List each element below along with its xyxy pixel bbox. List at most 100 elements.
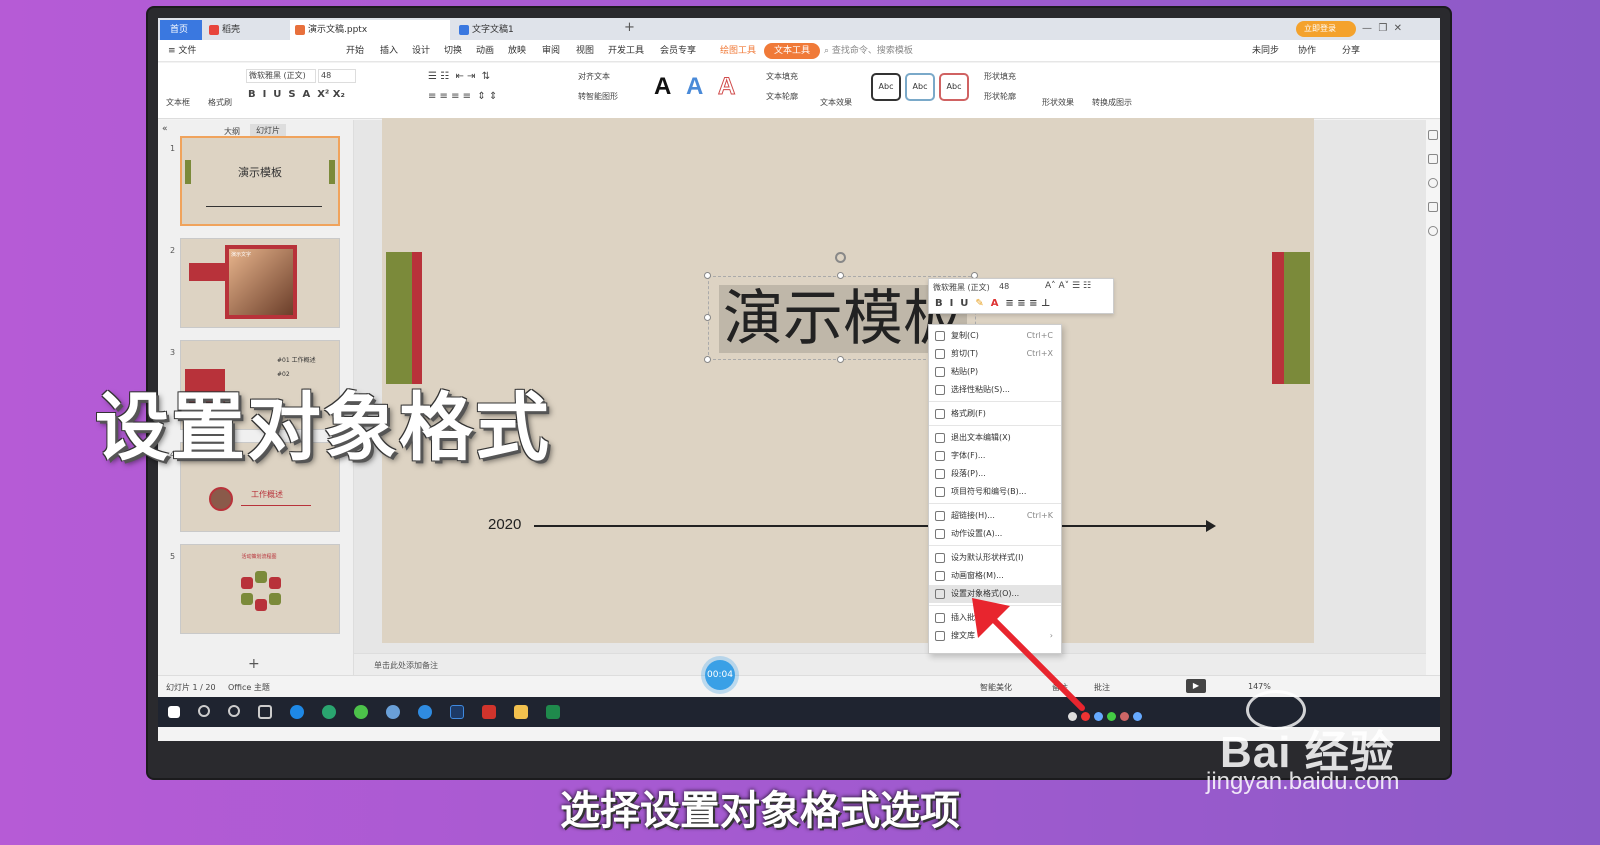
resize-handle[interactable] [704, 356, 711, 363]
context-menu-item[interactable]: 段落(P)... [929, 465, 1061, 483]
sidebar-tool-icon[interactable] [1428, 130, 1438, 140]
menu-show[interactable]: 放映 [508, 44, 526, 58]
menu-view[interactable]: 视图 [576, 44, 594, 58]
slide-thumb-2[interactable]: 演示文字 [180, 238, 340, 328]
tab-home[interactable]: 首页 [160, 20, 202, 40]
browser-icon[interactable] [290, 705, 304, 719]
comment-button[interactable]: 批注 [1094, 682, 1110, 693]
text-style-outline[interactable]: A [717, 73, 735, 101]
sidebar-tool-icon[interactable] [1428, 202, 1438, 212]
sync-button[interactable]: 未同步 [1252, 44, 1279, 58]
menu-dev[interactable]: 开发工具 [608, 44, 644, 58]
edge-icon[interactable] [418, 705, 432, 719]
menu-review[interactable]: 审阅 [542, 44, 560, 58]
resize-handle[interactable] [704, 272, 711, 279]
smart-art-button[interactable]: 转智能图形 [578, 91, 618, 102]
menu-design[interactable]: 设计 [412, 44, 430, 58]
context-menu-item[interactable]: 剪切(T) Ctrl+X [929, 345, 1061, 363]
login-button[interactable]: 立即登录 [1296, 21, 1356, 37]
shape-style-2[interactable]: Abc [905, 73, 935, 101]
mini-size-select[interactable]: 48 [999, 282, 1039, 291]
shape-fill-button[interactable]: 形状填充 [984, 71, 1016, 82]
mini-font-select[interactable]: 微软雅黑 (正文) [933, 282, 997, 293]
text-style-blue[interactable]: A [686, 73, 703, 101]
add-slide-button[interactable]: + [248, 656, 260, 672]
wps-icon[interactable] [482, 705, 496, 719]
shape-style-3[interactable]: Abc [939, 73, 969, 101]
list-buttons[interactable]: ☰ ☷ ⇤ ⇥ ⇅ [428, 71, 490, 82]
search-icon[interactable] [198, 705, 210, 717]
search-command[interactable]: ⌕ 查找命令、搜索模板 [824, 44, 913, 58]
slide-thumb-1[interactable]: 演示模板 [180, 136, 340, 226]
convert-diagram-button[interactable]: 转换成图示 [1092, 97, 1132, 108]
shape-effect-button[interactable]: 形状效果 [1042, 97, 1074, 108]
menu-item-icon [935, 589, 945, 599]
menu-draw-tool[interactable]: 绘图工具 [720, 44, 756, 58]
menu-insert[interactable]: 插入 [380, 44, 398, 58]
slide-thumb-5[interactable]: 活动策划流程图 [180, 544, 340, 634]
notes-placeholder[interactable]: 单击此处添加备注 [374, 660, 438, 671]
collapse-panel-icon[interactable]: « [162, 124, 168, 134]
menu-text-tool[interactable]: 文本工具 [764, 43, 821, 59]
tab-document[interactable]: 文字文稿1 [454, 20, 614, 40]
mini-grow-shrink[interactable]: A˄ A˅ ☰ ☷ [1045, 281, 1091, 291]
new-tab-button[interactable]: + [624, 20, 635, 35]
text-outline-button[interactable]: 文本轮廓 [766, 91, 798, 102]
sidebar-tool-icon[interactable] [1428, 178, 1438, 188]
context-menu-item[interactable]: 退出文本编辑(X) [929, 429, 1061, 447]
windows-start-icon[interactable] [168, 706, 180, 718]
context-menu-item[interactable]: 字体(F)... [929, 447, 1061, 465]
menu-switch[interactable]: 切换 [444, 44, 462, 58]
rotate-handle[interactable] [835, 252, 846, 263]
menu-start[interactable]: 开始 [346, 44, 364, 58]
excel-icon[interactable] [546, 705, 560, 719]
font-name-select[interactable]: 微软雅黑 (正文) [246, 69, 316, 83]
resize-handle[interactable] [837, 356, 844, 363]
shape-style-1[interactable]: Abc [871, 73, 901, 101]
tab-shell[interactable]: 稻壳 [204, 20, 288, 40]
wechat-icon[interactable] [354, 705, 368, 719]
context-menu-item[interactable]: 格式刷(F) [929, 405, 1061, 423]
resize-handle[interactable] [704, 314, 711, 321]
textbox-button[interactable]: 文本框 [166, 97, 190, 108]
context-menu-item[interactable]: 设为默认形状样式(I) [929, 549, 1061, 567]
help-icon[interactable] [1428, 226, 1438, 236]
cortana-icon[interactable] [228, 705, 240, 717]
doc-icon [459, 25, 469, 35]
menu-file[interactable]: ≡ 文件 [168, 44, 196, 58]
thumb-title: 工作概述 [251, 490, 283, 499]
app-icon[interactable] [386, 705, 400, 719]
context-menu-item[interactable]: 项目符号和编号(B)... [929, 483, 1061, 501]
align-buttons[interactable]: ≡ ≡ ≡ ≡ ⇕ ⇕ [428, 91, 497, 102]
format-brush-button[interactable]: 格式刷 [208, 97, 232, 108]
collab-button[interactable]: 协作 [1298, 44, 1316, 58]
notes-bar[interactable]: 单击此处添加备注 [354, 653, 1426, 675]
play-icon[interactable]: ▶ [1186, 679, 1206, 693]
edge-icon[interactable] [322, 705, 336, 719]
system-tray[interactable] [1068, 706, 1218, 721]
window-controls[interactable]: — ❐ ✕ [1362, 23, 1402, 34]
menu-member[interactable]: 会员专享 [660, 44, 696, 58]
font-size-select[interactable]: 48 [318, 69, 356, 83]
context-menu-item[interactable]: 选择性粘贴(S)... [929, 381, 1061, 399]
align-text-button[interactable]: 对齐文本 [578, 71, 610, 82]
shape-outline-button[interactable]: 形状轮廓 [984, 91, 1016, 102]
text-effect-button[interactable]: 文本效果 [820, 97, 852, 108]
folder-icon[interactable] [514, 705, 528, 719]
mini-format-buttons[interactable]: B I U ✎ A ≡ ≡ ≡ ⊥ [935, 298, 1050, 309]
context-menu-item[interactable]: 粘贴(P) [929, 363, 1061, 381]
context-menu-item[interactable]: 超链接(H)... Ctrl+K [929, 507, 1061, 525]
format-buttons[interactable]: B I U S A X² X₂ [248, 89, 345, 100]
context-menu-item[interactable]: 复制(C) Ctrl+C [929, 327, 1061, 345]
tab-presentation[interactable]: 演示文稿.pptx [290, 20, 450, 40]
context-menu-item[interactable]: 动作设置(A)... [929, 525, 1061, 543]
text-style-black[interactable]: A [654, 73, 671, 101]
share-button[interactable]: 分享 [1342, 44, 1360, 58]
text-fill-button[interactable]: 文本填充 [766, 71, 798, 82]
context-menu-item[interactable]: 动画窗格(M)... [929, 567, 1061, 585]
menu-animation[interactable]: 动画 [476, 44, 494, 58]
resize-handle[interactable] [837, 272, 844, 279]
photoshop-icon[interactable] [450, 705, 464, 719]
sidebar-tool-icon[interactable] [1428, 154, 1438, 164]
task-view-icon[interactable] [258, 705, 272, 719]
